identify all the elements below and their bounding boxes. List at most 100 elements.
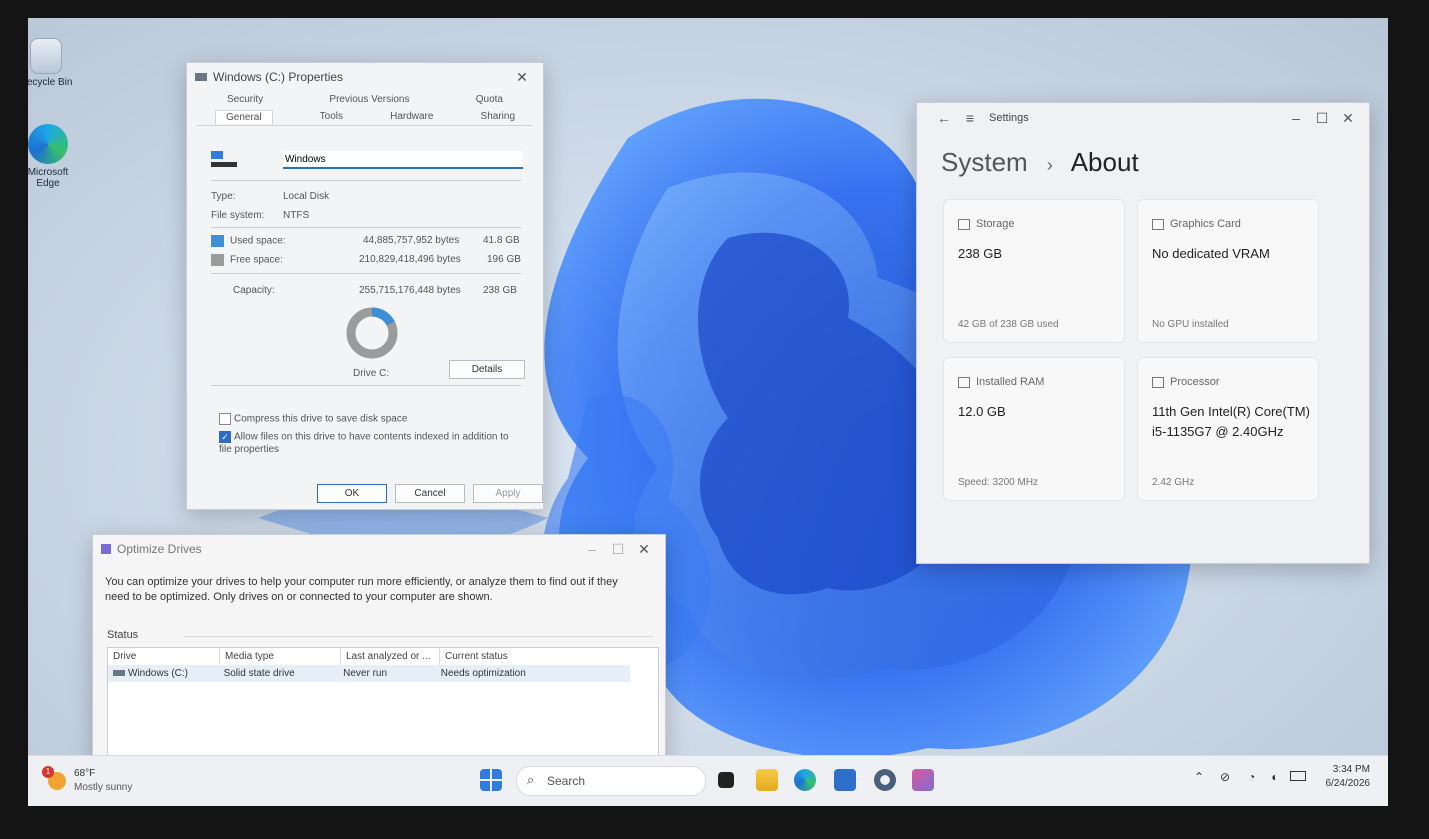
taskbar-search-box[interactable]: ⌕ Search	[516, 766, 706, 796]
desktop-icon-label: Microsoft Edge	[28, 167, 69, 189]
tab-quota[interactable]: Quota	[476, 94, 503, 105]
optimize-drives-taskbar-icon[interactable]	[912, 769, 934, 791]
maximize-icon[interactable]: ☐	[1309, 108, 1335, 128]
col-current-status[interactable]: Current status	[440, 648, 635, 665]
properties-tabs: Security Previous Versions Quota General…	[187, 91, 543, 135]
weather-temp: 68°F	[74, 768, 96, 779]
capacity-label: Capacity:	[233, 285, 275, 296]
col-media-type[interactable]: Media type	[220, 648, 341, 665]
used-space-label: Used space:	[211, 235, 286, 247]
graphics-label: Graphics Card	[1152, 218, 1241, 230]
index-option[interactable]: ✓ Allow files on this drive to have conte…	[219, 431, 519, 456]
graphics-value: No dedicated VRAM	[1152, 246, 1270, 261]
drives-table-header: Drive Media type Last analyzed or ... Cu…	[108, 648, 658, 665]
free-space-label: Free space:	[211, 254, 283, 266]
maximize-icon[interactable]: ☐	[605, 539, 631, 559]
minimize-icon[interactable]: –	[579, 539, 605, 559]
back-arrow-icon[interactable]: ←	[931, 108, 957, 128]
optimize-drives-icon	[101, 544, 111, 554]
divider	[183, 636, 653, 637]
breadcrumb-system[interactable]: System	[941, 147, 1028, 177]
row-media-type: Solid state drive	[223, 668, 295, 679]
close-icon[interactable]: ✕	[631, 539, 657, 559]
filesystem-label: File system:	[211, 210, 265, 221]
desktop-icon-edge[interactable]: Microsoft Edge	[28, 124, 88, 189]
chevron-up-icon[interactable]: ⌃	[1194, 770, 1204, 784]
cancel-button[interactable]: Cancel	[395, 484, 465, 503]
compress-checkbox[interactable]	[219, 413, 231, 425]
compress-option[interactable]: Compress this drive to save disk space	[219, 413, 407, 425]
drive-icon	[195, 73, 207, 81]
col-drive[interactable]: Drive	[108, 648, 220, 665]
breadcrumb: System › About	[941, 147, 1139, 178]
row-current-status: Needs optimization	[440, 668, 526, 679]
start-windows-icon[interactable]	[480, 769, 502, 791]
tabs-back-row: Security Previous Versions Quota	[197, 91, 533, 108]
ram-card[interactable]: Installed RAM 12.0 GB Speed: 3200 MHz	[943, 357, 1125, 501]
storage-sub: 42 GB of 238 GB used	[958, 319, 1059, 330]
battery-icon[interactable]	[1290, 771, 1306, 781]
ram-sub: Speed: 3200 MHz	[958, 477, 1039, 488]
table-row[interactable]: Windows (C:) Solid state drive Never run…	[108, 665, 630, 682]
divider	[211, 227, 521, 228]
desktop-icon-recycle-bin[interactable]: Recycle Bin	[28, 38, 86, 88]
divider	[211, 273, 521, 274]
store-icon[interactable]	[834, 769, 856, 791]
free-space-bytes: 210,829,418,496 bytes	[359, 254, 461, 265]
index-checkbox[interactable]: ✓	[219, 431, 231, 443]
processor-icon	[1152, 376, 1164, 388]
properties-titlebar: Windows (C:) Properties ✕	[187, 63, 543, 91]
capacity-bytes: 255,715,176,448 bytes	[359, 285, 461, 296]
drive-large-icon	[211, 151, 237, 167]
breadcrumb-about: About	[1070, 147, 1139, 177]
processor-label: Processor	[1152, 376, 1220, 388]
row-last-analyzed: Never run	[343, 668, 388, 679]
clock[interactable]: 3:34 PM 6/24/2026	[1314, 764, 1371, 789]
menu-icon[interactable]: ≡	[957, 108, 983, 128]
minimize-icon[interactable]: –	[1283, 108, 1309, 128]
compress-label: Compress this drive to save disk space	[234, 413, 408, 425]
task-view-icon[interactable]	[718, 772, 734, 788]
edge-icon	[28, 124, 68, 164]
ok-button[interactable]: OK	[317, 484, 387, 503]
close-icon[interactable]: ✕	[509, 67, 535, 87]
divider	[211, 385, 521, 386]
volume-icon[interactable]: ◖	[1270, 770, 1277, 784]
network-icon[interactable]: ◔	[1248, 770, 1255, 784]
processor-card[interactable]: Processor 11th Gen Intel(R) Core(TM) i5-…	[1137, 357, 1319, 501]
ram-icon	[958, 376, 970, 388]
used-space-gb: 41.8 GB	[483, 235, 520, 246]
clock-time: 3:34 PM	[1332, 764, 1370, 775]
capacity-gb: 238 GB	[483, 285, 517, 296]
filesystem-value: NTFS	[283, 210, 310, 221]
processor-sub: 2.42 GHz	[1152, 477, 1195, 488]
free-space-gb: 196 GB	[487, 254, 521, 265]
graphics-card[interactable]: Graphics Card No dedicated VRAM No GPU i…	[1137, 199, 1319, 343]
tab-previous-versions[interactable]: Previous Versions	[329, 94, 409, 105]
close-icon[interactable]: ✕	[1335, 108, 1361, 128]
drive-icon	[113, 670, 125, 676]
weather-desc: Mostly sunny	[74, 782, 133, 793]
storage-card[interactable]: Storage 238 GB 42 GB of 238 GB used	[943, 199, 1125, 343]
tab-sharing[interactable]: Sharing	[481, 111, 515, 122]
optimize-title: Optimize Drives	[117, 542, 202, 556]
storage-value: 238 GB	[958, 246, 1003, 261]
tab-security[interactable]: Security	[227, 94, 263, 105]
tab-general[interactable]: General	[215, 109, 273, 124]
tab-hardware[interactable]: Hardware	[390, 111, 433, 122]
tray-status-icon[interactable]: ⊘	[1220, 770, 1230, 784]
properties-title: Windows (C:) Properties	[213, 70, 344, 84]
col-last-analyzed[interactable]: Last analyzed or ...	[341, 648, 440, 665]
ram-value: 12.0 GB	[958, 404, 1006, 419]
details-button[interactable]: Details	[449, 360, 525, 379]
apply-button[interactable]: Apply	[473, 484, 543, 503]
tab-tools[interactable]: Tools	[320, 111, 343, 122]
drive-name-input[interactable]	[283, 151, 523, 169]
file-explorer-icon[interactable]	[756, 769, 778, 791]
settings-gear-icon[interactable]	[874, 769, 896, 791]
weather-widget[interactable]: 1 68°F Mostly sunny	[42, 766, 162, 798]
type-value: Local Disk	[283, 191, 330, 202]
graphics-sub: No GPU installed	[1152, 319, 1229, 330]
edge-icon[interactable]	[794, 769, 816, 791]
graphics-card-icon	[1152, 218, 1164, 230]
